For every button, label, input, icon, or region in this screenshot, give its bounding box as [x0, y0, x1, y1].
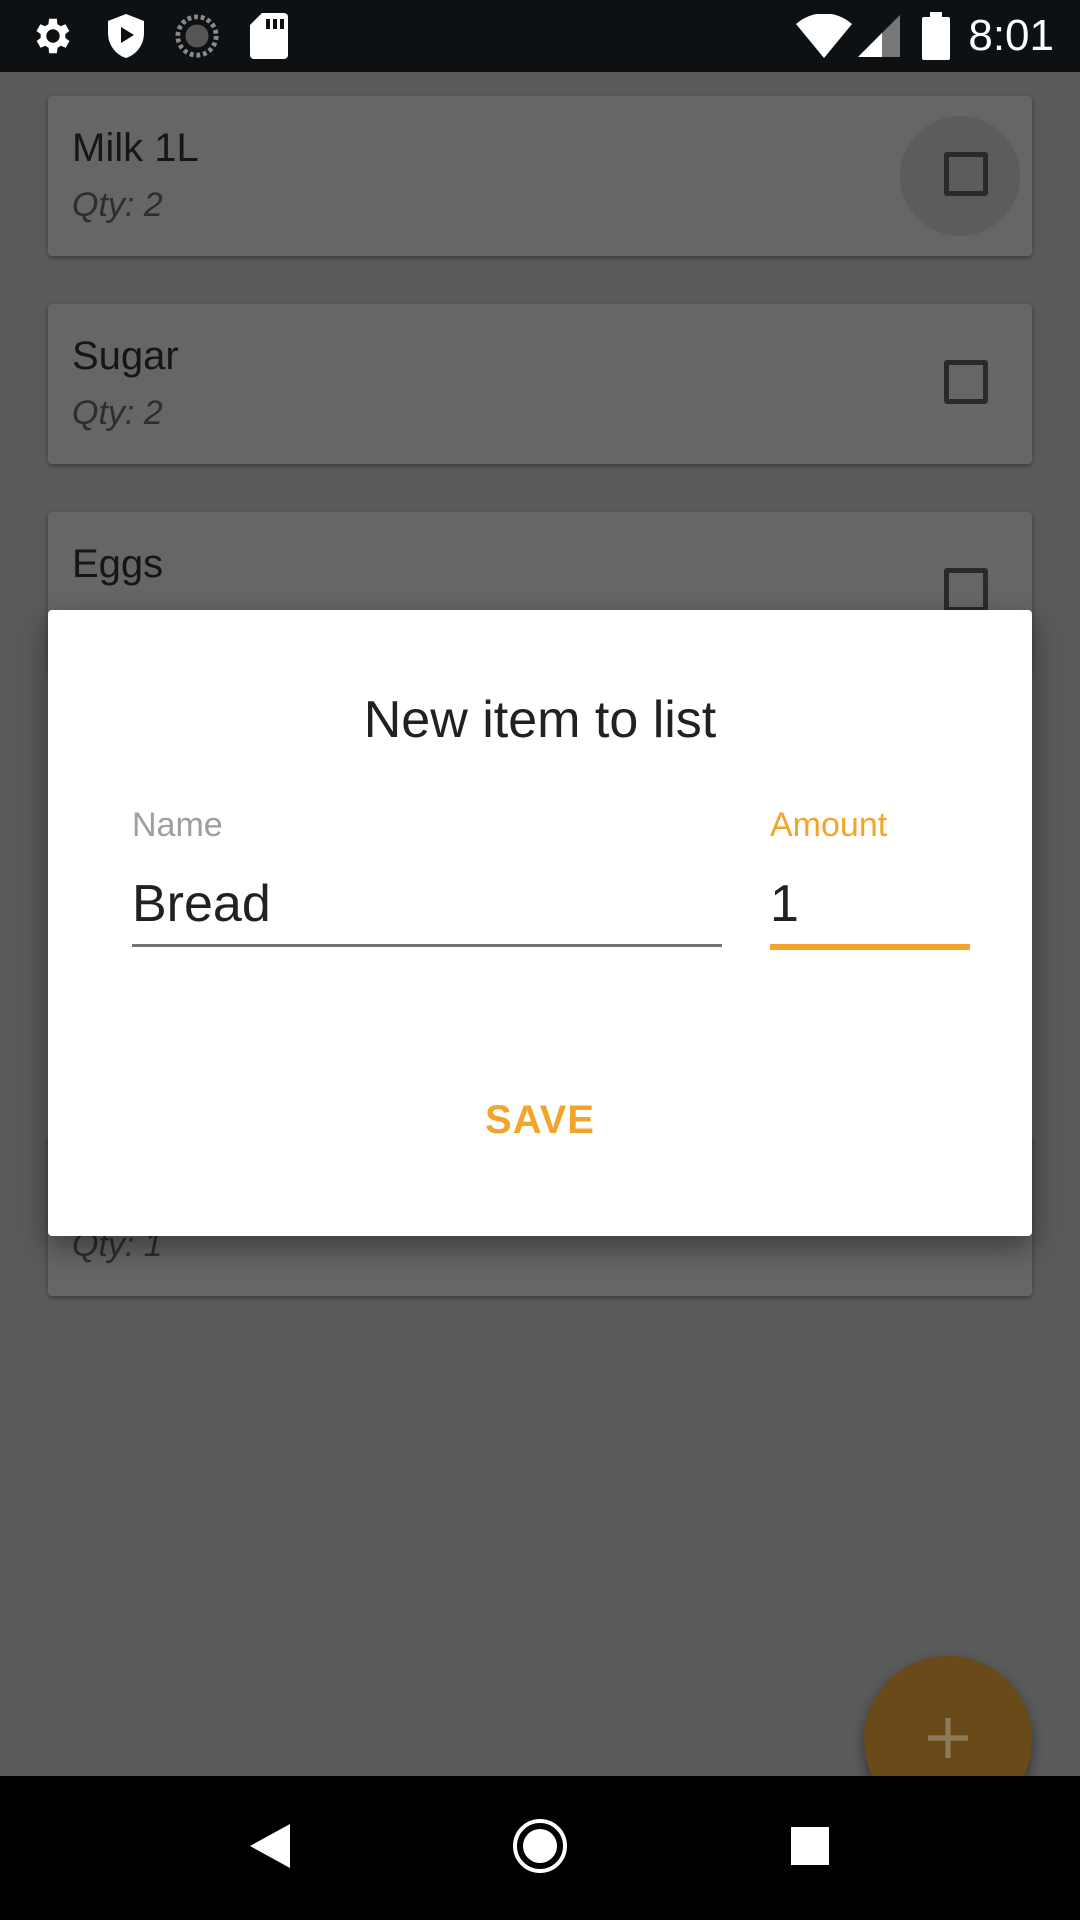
sync-icon: [174, 0, 220, 72]
item-name: Milk 1L: [72, 126, 199, 170]
sd-card-icon: [250, 0, 288, 72]
dialog-title: New item to list: [363, 691, 717, 749]
home-icon: [511, 1817, 569, 1880]
list-item[interactable]: Milk 1L Qty: 2: [48, 96, 1032, 256]
item-checkbox[interactable]: [944, 568, 988, 612]
item-name: Eggs: [72, 542, 164, 586]
list-item[interactable]: Sugar Qty: 2: [48, 304, 1032, 464]
item-name: Sugar: [72, 334, 179, 378]
back-icon: [250, 1823, 290, 1873]
back-button[interactable]: [198, 1776, 342, 1920]
item-qty: Qty: 2: [72, 186, 163, 224]
shield-play-icon: [104, 0, 148, 72]
status-time: 8:01: [968, 11, 1054, 60]
battery-icon: [922, 0, 950, 72]
new-item-dialog: New item to list Name Bread Amount 1 SAV…: [48, 610, 1032, 1236]
home-button[interactable]: [468, 1776, 612, 1920]
plus-icon: [924, 1714, 972, 1767]
item-checkbox[interactable]: [944, 152, 988, 196]
save-button[interactable]: SAVE: [440, 1080, 640, 1160]
recents-button[interactable]: [738, 1776, 882, 1920]
amount-field-underline: [770, 944, 970, 950]
amount-field[interactable]: 1: [770, 874, 799, 934]
item-checkbox[interactable]: [944, 360, 988, 404]
name-field-label: Name: [132, 806, 223, 844]
wifi-icon: [796, 0, 852, 72]
cellular-signal-icon: [858, 0, 900, 72]
recents-icon: [791, 1826, 829, 1870]
item-qty: Qty: 2: [72, 394, 163, 432]
amount-field-label: Amount: [770, 806, 888, 844]
name-field[interactable]: Bread: [132, 874, 271, 934]
settings-icon: [30, 0, 76, 72]
name-field-underline: [132, 944, 722, 947]
status-bar: 8:01: [0, 0, 1080, 72]
navigation-bar: [0, 1776, 1080, 1920]
